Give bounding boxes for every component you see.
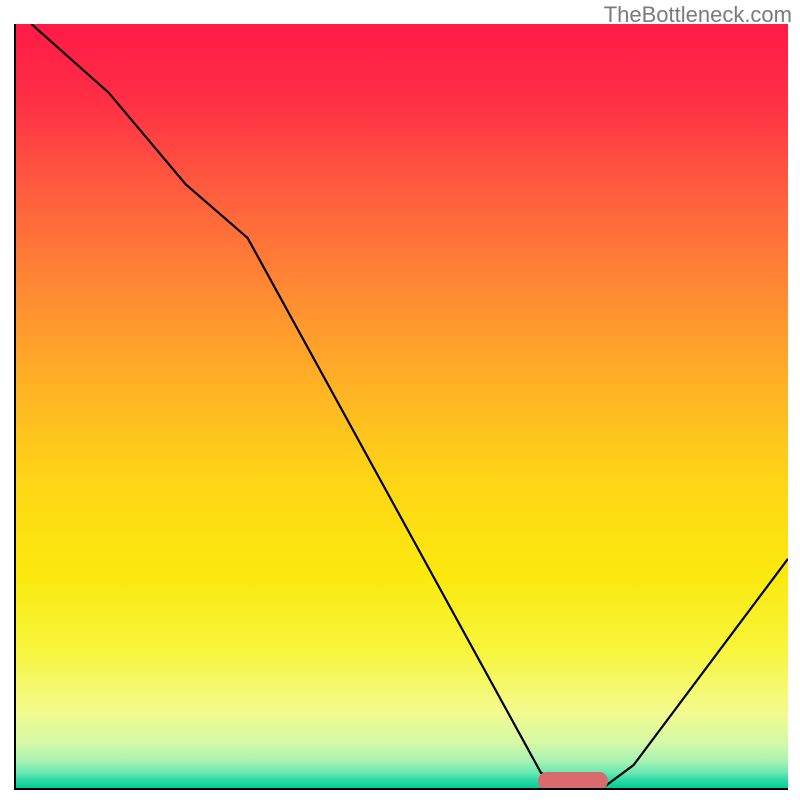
watermark-text: TheBottleneck.com: [604, 2, 792, 28]
plot-area: [14, 24, 788, 790]
bottleneck-curve-path: [31, 24, 788, 788]
chart-curve-svg: [16, 24, 788, 788]
optimal-marker: [538, 772, 608, 790]
